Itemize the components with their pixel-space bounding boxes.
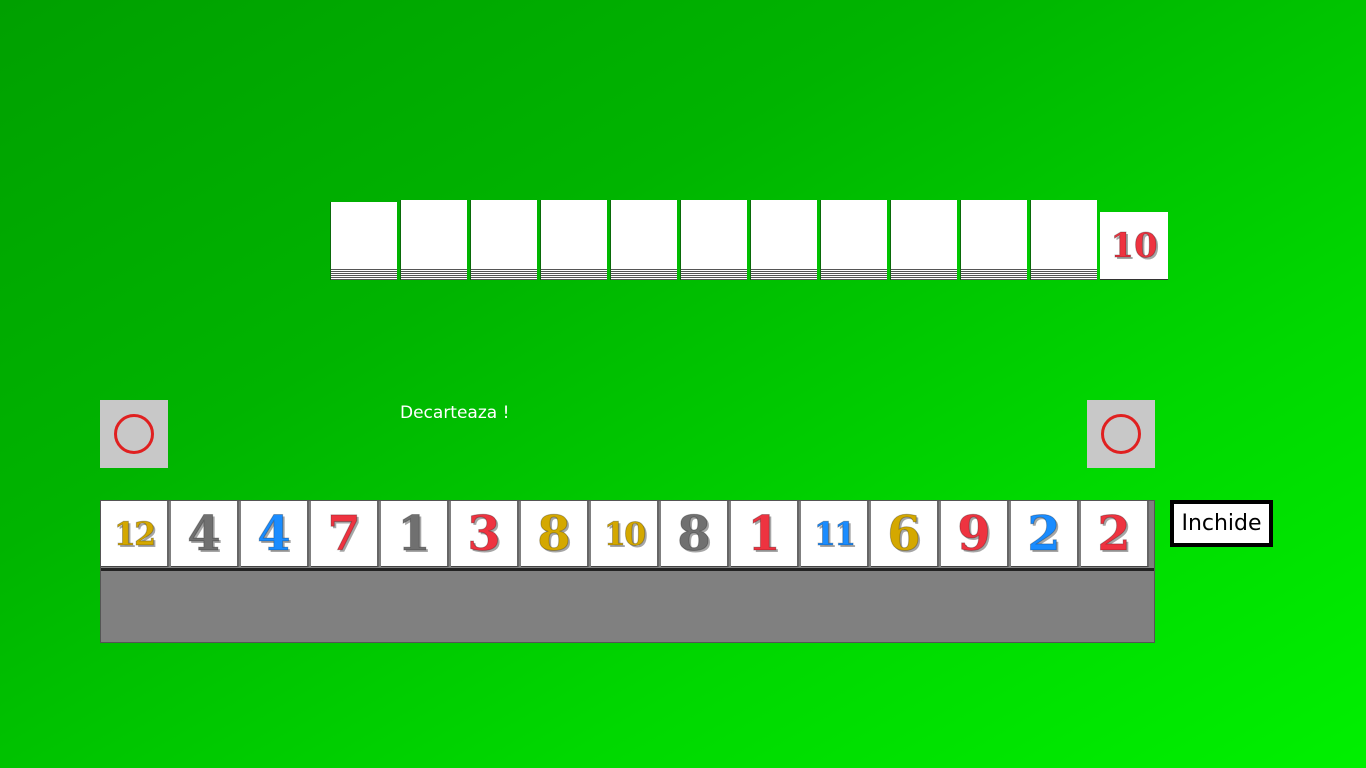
face-down-tile — [470, 200, 537, 280]
face-down-tile — [680, 200, 747, 280]
tile-number: 12 — [113, 514, 156, 553]
face-down-tile — [540, 200, 607, 280]
tile-number: 8 — [537, 505, 571, 562]
tile-number: 11 — [813, 514, 856, 553]
rack-tile[interactable]: 1 — [381, 501, 449, 567]
rack-tile[interactable]: 4 — [171, 501, 239, 567]
tile-number: 2 — [1027, 505, 1061, 562]
player-rack[interactable]: 12 4 4 7 1 3 8 10 8 1 11 6 9 2 2 — [100, 500, 1155, 643]
tile-number: 10 — [1110, 225, 1158, 266]
right-action-button[interactable] — [1087, 400, 1155, 468]
rack-tile[interactable]: 10 — [591, 501, 659, 567]
circle-icon — [114, 414, 154, 454]
rack-tile[interactable]: 3 — [451, 501, 519, 567]
rack-tile[interactable]: 11 — [801, 501, 869, 567]
face-down-tile — [400, 200, 467, 280]
tile-number: 10 — [603, 514, 646, 553]
face-down-tile — [960, 200, 1027, 280]
face-down-tile — [330, 202, 397, 280]
face-down-tile — [750, 200, 817, 280]
tile-number: 8 — [677, 505, 711, 562]
left-action-button[interactable] — [100, 400, 168, 468]
tile-number: 4 — [187, 505, 221, 562]
rack-tile[interactable]: 8 — [661, 501, 729, 567]
face-down-tile — [820, 200, 887, 280]
status-message: Decarteaza ! — [400, 403, 510, 423]
close-button[interactable]: Inchide — [1170, 500, 1273, 547]
rack-tile[interactable]: 1 — [731, 501, 799, 567]
rack-tile[interactable]: 4 — [241, 501, 309, 567]
circle-icon — [1101, 414, 1141, 454]
tile-number: 3 — [467, 505, 501, 562]
rack-tile[interactable]: 2 — [1081, 501, 1149, 567]
discard-pile-top-tile[interactable]: 10 — [1100, 212, 1168, 280]
tile-number: 1 — [397, 505, 431, 562]
tile-number: 6 — [887, 505, 921, 562]
tile-number: 7 — [327, 505, 361, 562]
tile-number: 4 — [257, 505, 291, 562]
rack-tile[interactable]: 12 — [101, 501, 169, 567]
face-down-tile — [610, 200, 677, 280]
rack-tile[interactable]: 7 — [311, 501, 379, 567]
face-down-tile — [890, 200, 957, 280]
rack-top-row: 12 4 4 7 1 3 8 10 8 1 11 6 9 2 2 — [101, 501, 1154, 571]
tile-number: 2 — [1097, 505, 1131, 562]
rack-tile[interactable]: 2 — [1011, 501, 1079, 567]
face-down-tile — [1030, 200, 1097, 280]
tile-number: 1 — [747, 505, 781, 562]
rack-tile[interactable]: 8 — [521, 501, 589, 567]
tile-number: 9 — [957, 505, 991, 562]
rack-tile[interactable]: 6 — [871, 501, 939, 567]
rack-tile[interactable]: 9 — [941, 501, 1009, 567]
